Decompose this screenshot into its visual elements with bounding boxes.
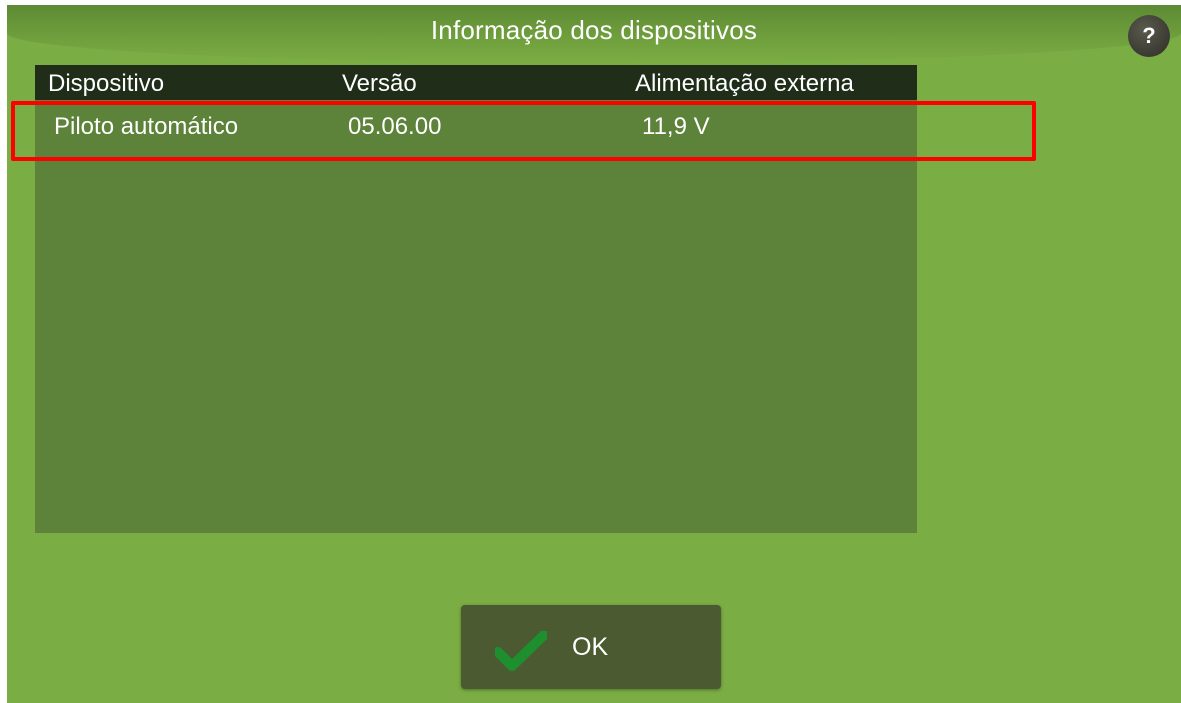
ok-label: OK	[572, 633, 609, 661]
row-highlight-box	[11, 101, 1036, 161]
title-bar: Informação dos dispositivos	[7, 5, 1181, 63]
checkmark-icon	[495, 631, 547, 671]
column-header-external-power: Alimentação externa	[635, 70, 854, 97]
question-mark-icon: ?	[1142, 23, 1156, 48]
ok-button[interactable]: OK	[461, 605, 721, 689]
help-button[interactable]: ?	[1128, 15, 1170, 57]
column-header-device: Dispositivo	[48, 70, 165, 97]
table-header: Dispositivo Versão Alimentação externa	[35, 65, 917, 100]
column-header-version: Versão	[342, 70, 417, 97]
page-title: Informação dos dispositivos	[430, 15, 758, 45]
